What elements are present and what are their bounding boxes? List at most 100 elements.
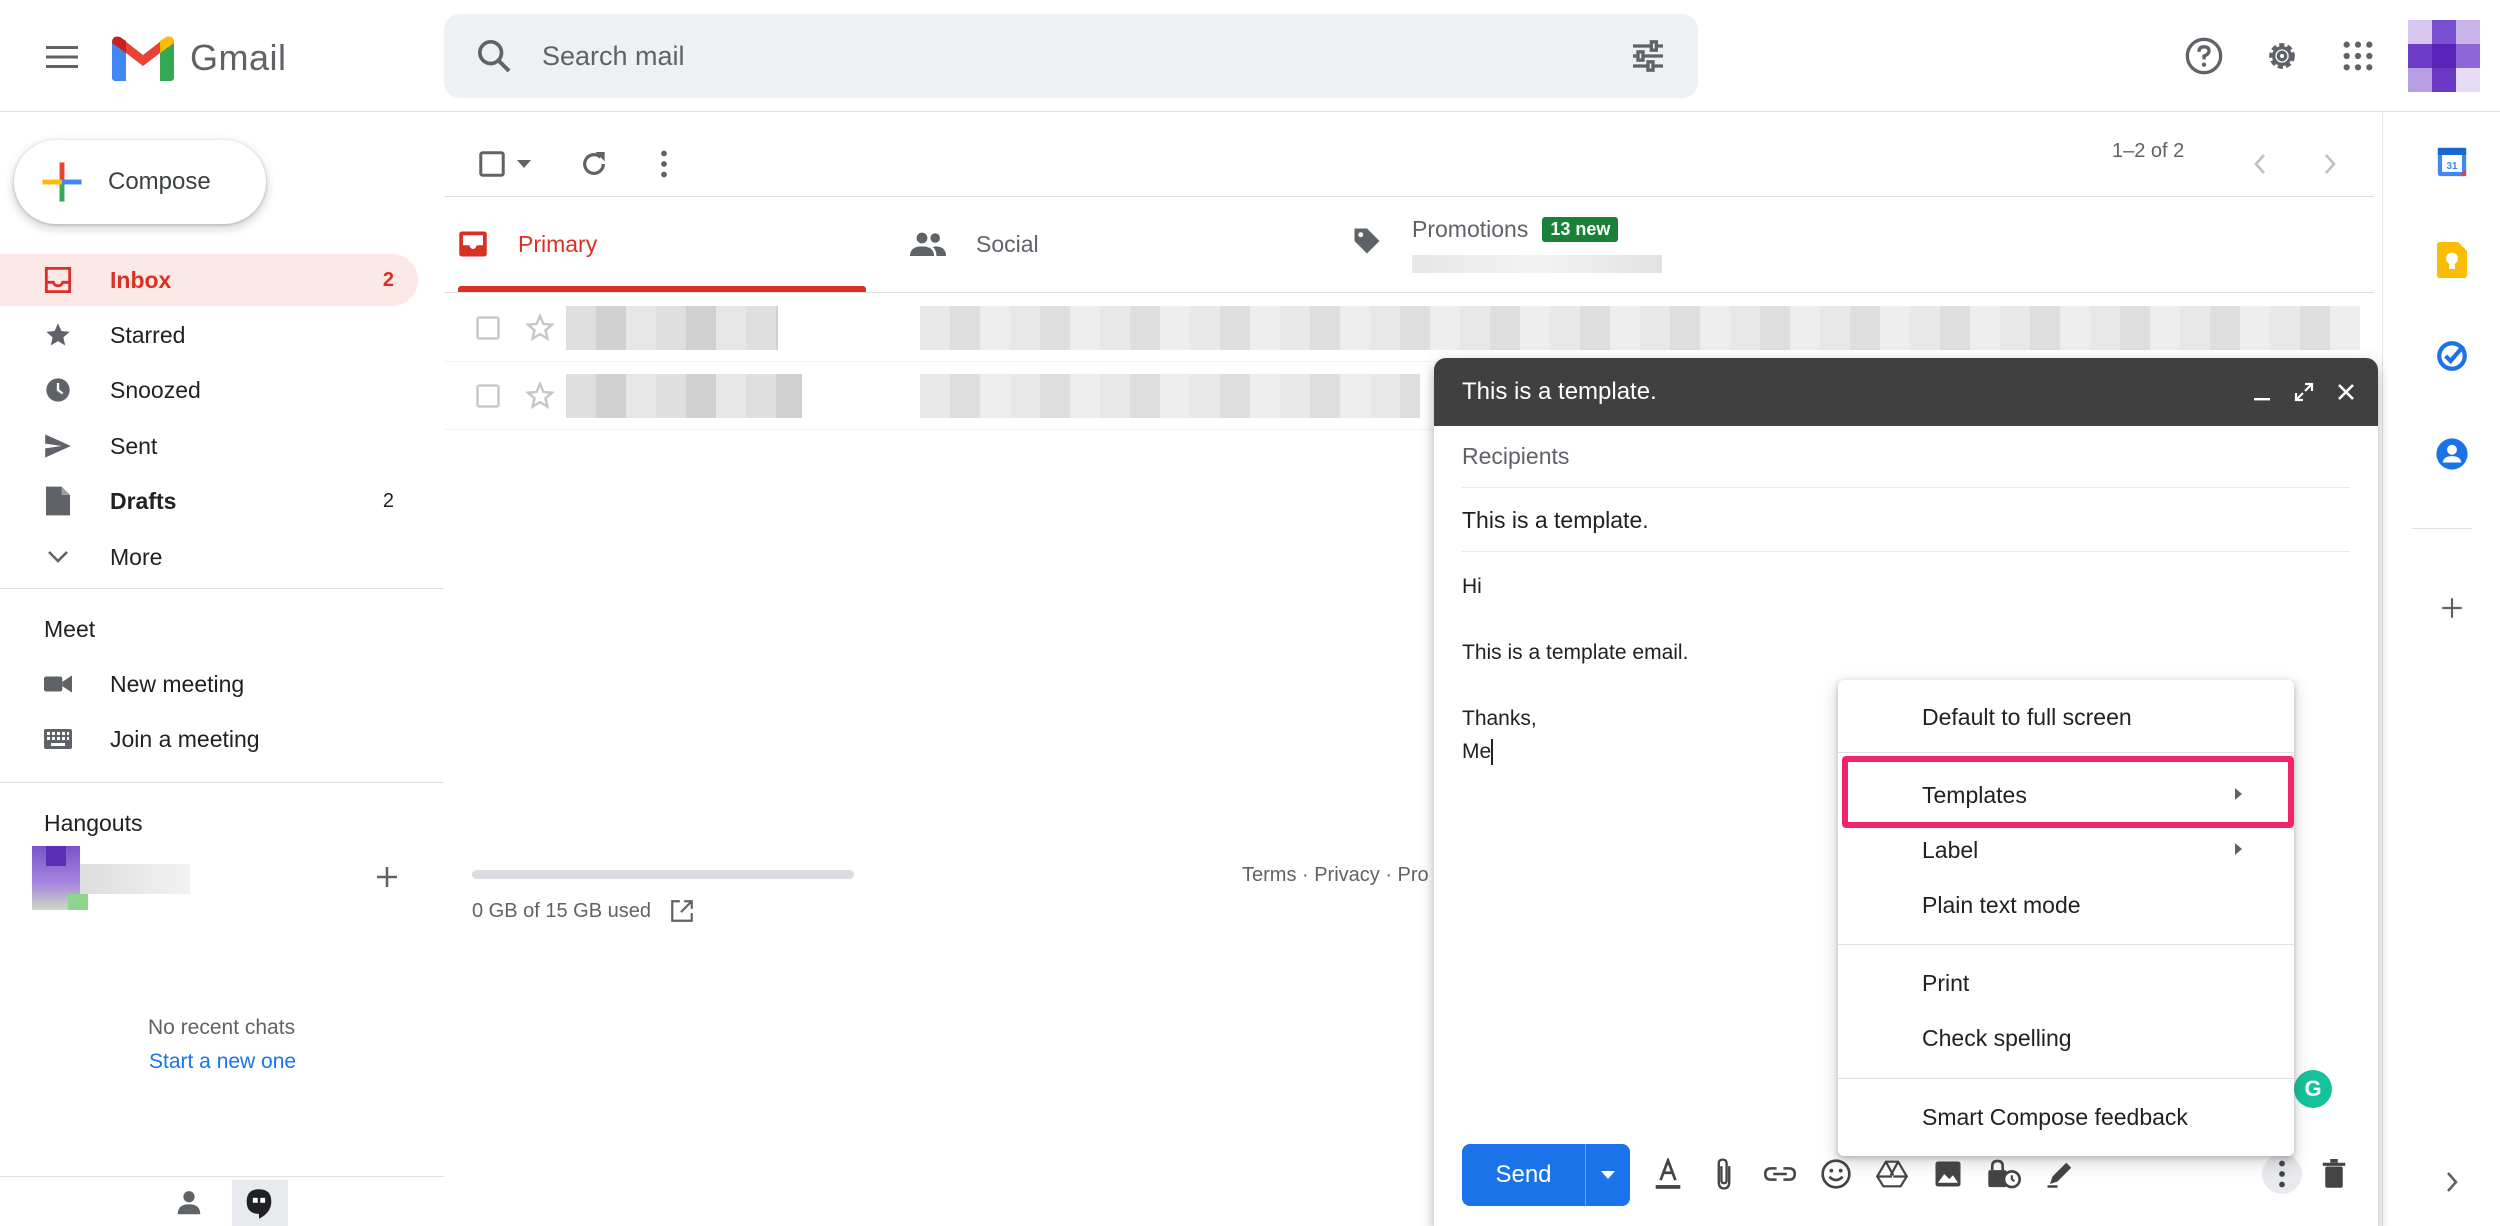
tasks-icon[interactable] — [2430, 334, 2474, 378]
older-button[interactable] — [2302, 136, 2358, 192]
star-icon — [44, 321, 72, 349]
tag-icon — [1354, 228, 1380, 254]
insert-emoji-icon[interactable] — [1816, 1154, 1856, 1194]
inbox-icon — [459, 231, 487, 257]
insert-photo-icon[interactable] — [1928, 1154, 1968, 1194]
menu-separator — [1838, 944, 2294, 945]
hangouts-tab[interactable] — [232, 1180, 288, 1226]
sidebar-item-label: More — [110, 543, 163, 570]
keep-icon[interactable] — [2430, 238, 2474, 282]
schedule-send-dropdown[interactable] — [1586, 1144, 1630, 1206]
compose-header[interactable]: This is a template. — [1434, 358, 2378, 426]
submenu-arrow-icon — [2235, 843, 2242, 855]
discard-draft-icon[interactable] — [2314, 1154, 2354, 1194]
join-meeting-link[interactable]: Join a meeting — [0, 713, 418, 765]
more-options-button[interactable] — [2262, 1154, 2302, 1194]
insert-drive-icon[interactable] — [1872, 1154, 1912, 1194]
promotions-preview — [1412, 255, 1662, 273]
draft-icon — [44, 486, 72, 516]
confidential-mode-icon[interactable] — [1984, 1154, 2024, 1194]
search-bar[interactable] — [444, 14, 1698, 98]
tabs-divider — [444, 292, 2374, 293]
keyboard-icon — [44, 725, 72, 753]
contacts-icon[interactable] — [174, 1188, 204, 1218]
add-hangout-icon[interactable] — [372, 862, 402, 892]
refresh-icon — [583, 152, 605, 175]
close-icon[interactable] — [2334, 380, 2358, 404]
menu-item-check-spelling[interactable]: Check spelling — [1838, 1011, 2294, 1065]
menu-item-label: Plain text mode — [1922, 891, 2081, 918]
recipients-field[interactable]: Recipients — [1462, 426, 2350, 488]
compose-plus-icon — [42, 162, 82, 202]
sidebar-item-label: Drafts — [110, 487, 177, 514]
menu-item-plain-text[interactable]: Plain text mode — [1838, 878, 2294, 932]
star-outline-icon[interactable] — [524, 380, 556, 412]
new-count-badge: 13 new — [1542, 217, 1619, 242]
checkbox-icon[interactable] — [474, 382, 502, 410]
select-dropdown[interactable] — [504, 136, 544, 192]
subject-field[interactable]: This is a template. — [1462, 490, 2350, 552]
account-avatar[interactable] — [2408, 20, 2480, 92]
sidebar-item-sent[interactable]: Sent — [0, 420, 418, 472]
send-button-group[interactable]: Send — [1462, 1144, 1630, 1206]
menu-separator — [1838, 752, 2294, 753]
minimize-icon[interactable] — [2250, 380, 2274, 404]
storage-bar — [472, 870, 854, 879]
menu-item-print[interactable]: Print — [1838, 956, 2294, 1010]
start-chat-link[interactable]: Start a new one — [149, 1050, 296, 1074]
search-icon[interactable] — [474, 36, 514, 76]
compose-button[interactable]: Compose — [14, 140, 266, 224]
send-button[interactable]: Send — [1462, 1144, 1586, 1206]
attach-file-icon[interactable] — [1704, 1154, 1744, 1194]
main-menu-button[interactable] — [34, 32, 90, 82]
insert-signature-icon[interactable] — [2040, 1154, 2080, 1194]
support-button[interactable] — [2176, 28, 2232, 84]
menu-item-full-screen[interactable]: Default to full screen — [1838, 690, 2294, 744]
new-meeting-link[interactable]: New meeting — [0, 658, 418, 710]
newer-button[interactable] — [2232, 136, 2288, 192]
video-camera-icon — [44, 670, 72, 698]
apps-button[interactable] — [2330, 28, 2386, 84]
sender-blurred — [566, 306, 778, 350]
menu-item-label: Default to full screen — [1922, 703, 2132, 730]
menu-item-label[interactable]: Label — [1838, 823, 2294, 877]
checkbox-icon[interactable] — [474, 314, 502, 342]
message-body[interactable]: Hi This is a template email. Thanks, Me — [1462, 570, 1688, 768]
sidebar-item-inbox[interactable]: Inbox 2 — [0, 254, 418, 306]
sidebar-item-drafts[interactable]: Drafts 2 — [0, 475, 418, 527]
refresh-button[interactable] — [566, 136, 622, 192]
table-row[interactable] — [444, 294, 2374, 362]
tab-promotions[interactable]: Promotions 13 new — [1352, 196, 1952, 292]
hangouts-user[interactable] — [32, 846, 202, 910]
tab-primary[interactable]: Primary — [458, 196, 866, 292]
insert-link-icon[interactable] — [1760, 1154, 1800, 1194]
gmail-logo[interactable]: Gmail — [112, 32, 287, 84]
sidebar-item-starred[interactable]: Starred — [0, 309, 418, 361]
show-side-panel-icon[interactable] — [2430, 1160, 2474, 1204]
chevron-left-icon — [2254, 154, 2265, 174]
new-meeting-label: New meeting — [110, 670, 245, 697]
compose-label: Compose — [108, 168, 211, 195]
sidebar-item-label: Snoozed — [110, 376, 201, 403]
open-in-new-icon[interactable] — [669, 898, 695, 924]
star-outline-icon[interactable] — [524, 312, 556, 344]
terms-links[interactable]: Terms · Privacy · Pro — [1242, 864, 1429, 887]
formatting-options-icon[interactable] — [1648, 1154, 1688, 1194]
app-name: Gmail — [190, 37, 287, 78]
get-addons-icon[interactable] — [2430, 586, 2474, 630]
menu-item-smart-compose-feedback[interactable]: Smart Compose feedback — [1838, 1090, 2294, 1144]
expand-icon[interactable] — [2292, 380, 2316, 404]
sidebar-item-more[interactable]: More — [0, 531, 418, 583]
settings-button[interactable] — [2254, 28, 2310, 84]
more-vert-icon — [661, 150, 667, 178]
grammarly-icon[interactable]: G — [2294, 1070, 2332, 1108]
contacts-app-icon[interactable] — [2430, 432, 2474, 476]
search-options-icon[interactable] — [1628, 36, 1668, 76]
menu-item-label: Print — [1922, 969, 1970, 996]
sidebar-item-snoozed[interactable]: Snoozed — [0, 364, 418, 416]
calendar-icon[interactable]: 31 — [2430, 140, 2474, 184]
hangouts-title: Hangouts — [44, 810, 143, 836]
tab-social[interactable]: Social — [910, 196, 1318, 292]
more-actions-button[interactable] — [636, 136, 692, 192]
search-input[interactable] — [542, 14, 1442, 98]
